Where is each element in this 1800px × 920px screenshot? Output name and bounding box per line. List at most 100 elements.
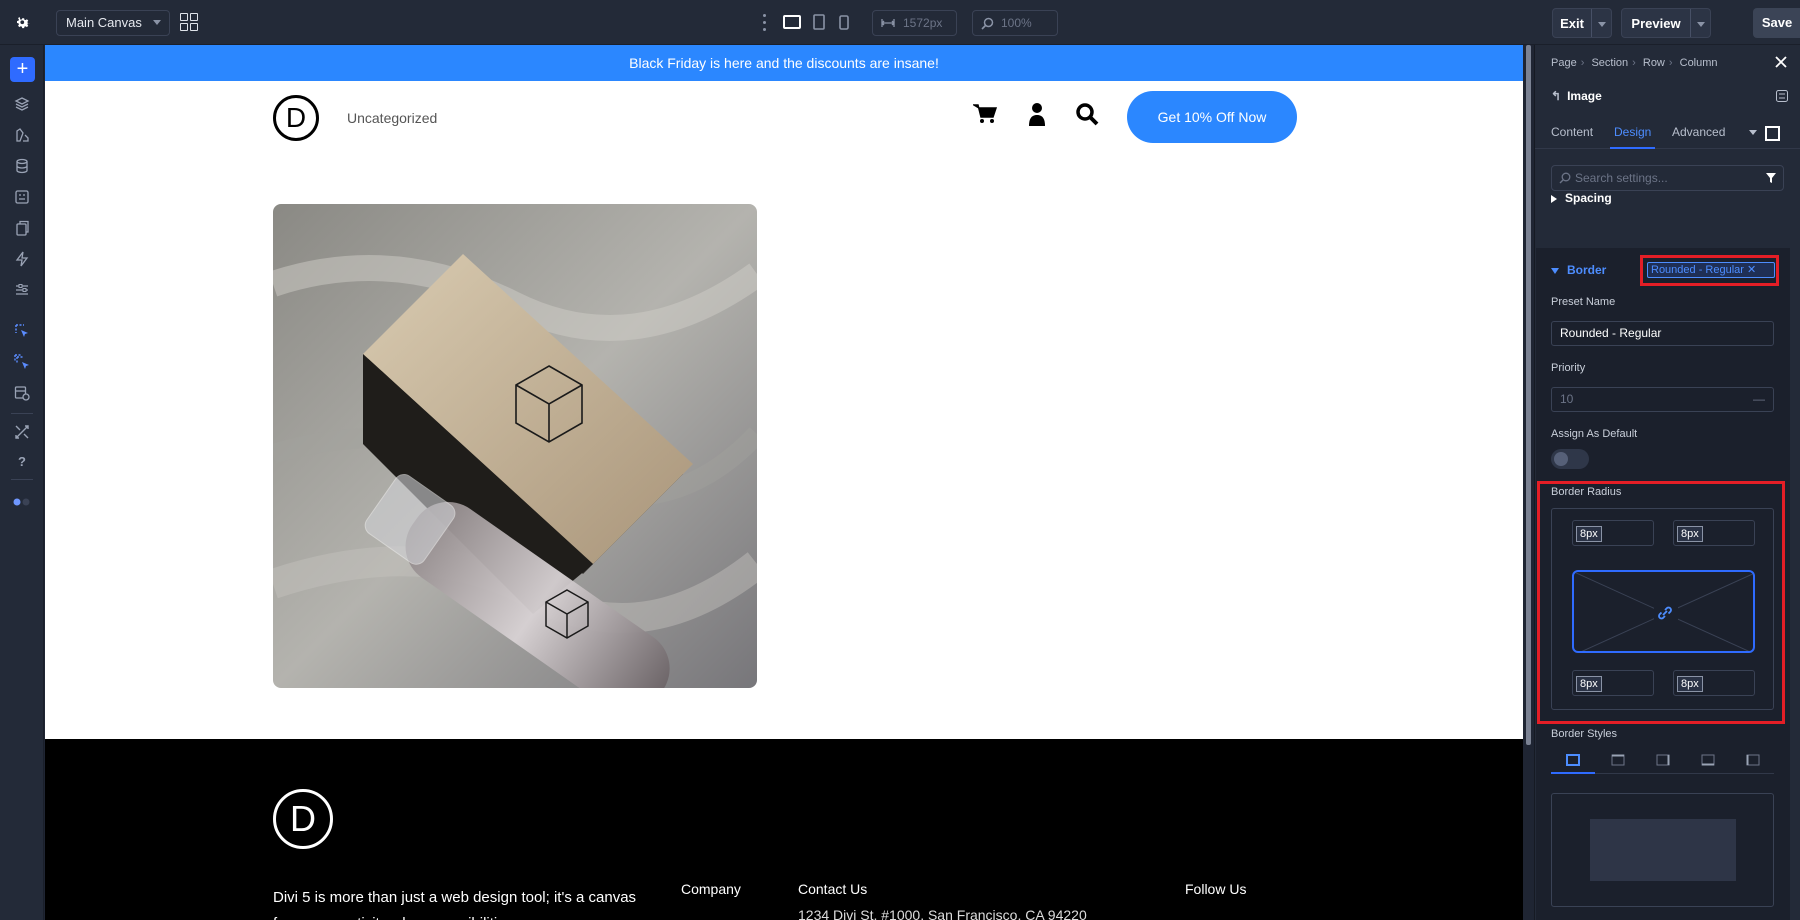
- preview-dropdown-icon[interactable]: [1690, 9, 1710, 37]
- footer-heading-contact: Contact Us: [798, 881, 868, 897]
- minus-icon[interactable]: —: [1753, 388, 1765, 411]
- select-pointer-icon[interactable]: [12, 321, 32, 341]
- tab-advanced[interactable]: Advanced: [1672, 125, 1725, 139]
- filter-icon[interactable]: [1765, 172, 1777, 184]
- tab-design[interactable]: Design: [1609, 125, 1656, 149]
- caret-right-icon: [1551, 194, 1557, 203]
- page-settings-icon[interactable]: [12, 383, 32, 403]
- spacing-label: Spacing: [1565, 191, 1612, 205]
- preset-name-label: Preset Name: [1551, 296, 1616, 308]
- breadcrumb-section[interactable]: Section: [1591, 57, 1628, 69]
- footer-logo-letter: D: [290, 798, 316, 839]
- sliders-icon[interactable]: [12, 280, 32, 300]
- module-preview-icon[interactable]: [1765, 126, 1780, 141]
- assign-default-toggle[interactable]: [1551, 449, 1589, 469]
- grid-view-icon[interactable]: [180, 13, 198, 31]
- search-icon: [1559, 172, 1571, 184]
- cta-button[interactable]: Get 10% Off Now: [1127, 91, 1297, 143]
- pages-icon[interactable]: [12, 218, 32, 238]
- cart-icon[interactable]: [972, 101, 998, 127]
- logo-letter: D: [285, 102, 307, 133]
- desktop-view-icon[interactable]: [781, 13, 803, 31]
- chevron-down-icon[interactable]: [1749, 130, 1757, 135]
- close-icon[interactable]: [1774, 55, 1790, 71]
- caret-down-icon: [1551, 267, 1559, 274]
- search-settings-input[interactable]: Search settings...: [1551, 165, 1784, 191]
- border-label: Border: [1567, 263, 1607, 277]
- exit-button[interactable]: Exit: [1552, 8, 1612, 38]
- chevron-down-icon: [153, 20, 161, 25]
- canvas-width-field[interactable]: 1572px: [872, 10, 957, 36]
- zoom-value: 100%: [1001, 16, 1032, 30]
- site-footer: D Divi 5 is more than just a web design …: [45, 739, 1523, 920]
- canvas-width-value: 1572px: [903, 16, 943, 30]
- theme-customizer-icon[interactable]: [12, 125, 32, 145]
- top-toolbar: Main Canvas 1572px 100% Exit Preview Sav…: [0, 0, 1800, 45]
- save-button[interactable]: Save: [1753, 8, 1800, 38]
- layers-icon[interactable]: [12, 94, 32, 114]
- nav-item-uncategorized[interactable]: Uncategorized: [347, 110, 437, 126]
- lightning-icon[interactable]: [12, 249, 32, 269]
- preview-label: Preview: [1631, 16, 1681, 31]
- exit-label: Exit: [1560, 16, 1584, 31]
- breadcrumb-row[interactable]: Row: [1643, 57, 1665, 69]
- database-icon[interactable]: [12, 156, 32, 176]
- canvas-select[interactable]: Main Canvas: [56, 10, 170, 36]
- form-icon[interactable]: [12, 187, 32, 207]
- phone-view-icon[interactable]: [836, 13, 852, 31]
- footer-heading-company: Company: [681, 881, 741, 897]
- spacing-section-toggle[interactable]: Spacing: [1551, 191, 1612, 205]
- zoom-field[interactable]: 100%: [972, 10, 1058, 36]
- border-style-preview: [1551, 793, 1774, 907]
- canvas-select-value: Main Canvas: [66, 15, 142, 30]
- breadcrumb-column[interactable]: Column: [1680, 57, 1718, 69]
- border-styles-label: Border Styles: [1551, 728, 1618, 740]
- settings-gear-icon[interactable]: [12, 12, 34, 34]
- border-bottom-icon[interactable]: [1701, 754, 1715, 766]
- multi-select-icon[interactable]: [12, 352, 32, 372]
- footer-logo[interactable]: D: [273, 789, 333, 849]
- border-right-icon[interactable]: [1656, 754, 1670, 766]
- site-logo[interactable]: D: [273, 95, 319, 141]
- border-section-toggle[interactable]: Border: [1551, 263, 1606, 277]
- border-all-icon[interactable]: [1566, 754, 1580, 766]
- preset-name-field[interactable]: Rounded - Regular: [1551, 321, 1774, 346]
- tablet-view-icon[interactable]: [810, 13, 828, 31]
- border-top-icon[interactable]: [1611, 754, 1625, 766]
- tab-content[interactable]: Content: [1551, 125, 1593, 139]
- module-title-text: Image: [1567, 89, 1602, 103]
- panel-options-icon[interactable]: [1776, 89, 1788, 102]
- add-module-button[interactable]: +: [10, 57, 35, 82]
- save-label: Save: [1761, 15, 1793, 30]
- priority-field[interactable]: 10 —: [1551, 387, 1774, 412]
- back-arrow-icon[interactable]: ↰: [1551, 89, 1561, 103]
- promo-banner[interactable]: Black Friday is here and the discounts a…: [45, 45, 1523, 81]
- border-styles-tabs: [1551, 748, 1774, 774]
- breadcrumb: Page › Section › Row › Column: [1551, 57, 1718, 69]
- tools-icon[interactable]: [12, 422, 32, 442]
- border-left-icon[interactable]: [1746, 754, 1760, 766]
- footer-heading-follow: Follow Us: [1185, 881, 1247, 897]
- toggle-icon[interactable]: [12, 492, 32, 512]
- left-sidebar: + ?: [0, 45, 44, 920]
- footer-address: 1234 Divi St. #1000, San Francisco, CA 9…: [798, 907, 1087, 920]
- settings-tabs: Content Design Advanced: [1535, 117, 1800, 149]
- page-canvas: Black Friday is here and the discounts a…: [45, 45, 1523, 920]
- more-vertical-icon[interactable]: [763, 14, 767, 31]
- highlight-box: [1640, 255, 1779, 286]
- priority-value: 10: [1560, 392, 1574, 406]
- help-icon[interactable]: ?: [12, 451, 32, 471]
- search-icon[interactable]: [1074, 101, 1100, 127]
- priority-label: Priority: [1551, 362, 1586, 374]
- account-icon[interactable]: [1024, 101, 1050, 127]
- canvas-scrollbar[interactable]: [1526, 45, 1531, 745]
- search-placeholder: Search settings...: [1575, 171, 1668, 185]
- product-image[interactable]: [273, 204, 757, 688]
- preview-button[interactable]: Preview: [1621, 8, 1711, 38]
- module-title: ↰ Image: [1551, 89, 1602, 103]
- zoom-icon: [981, 17, 994, 30]
- footer-description: Divi 5 is more than just a web design to…: [273, 889, 637, 920]
- exit-dropdown-icon[interactable]: [1591, 9, 1611, 37]
- width-arrows-icon: [881, 19, 895, 27]
- breadcrumb-page[interactable]: Page: [1551, 57, 1577, 69]
